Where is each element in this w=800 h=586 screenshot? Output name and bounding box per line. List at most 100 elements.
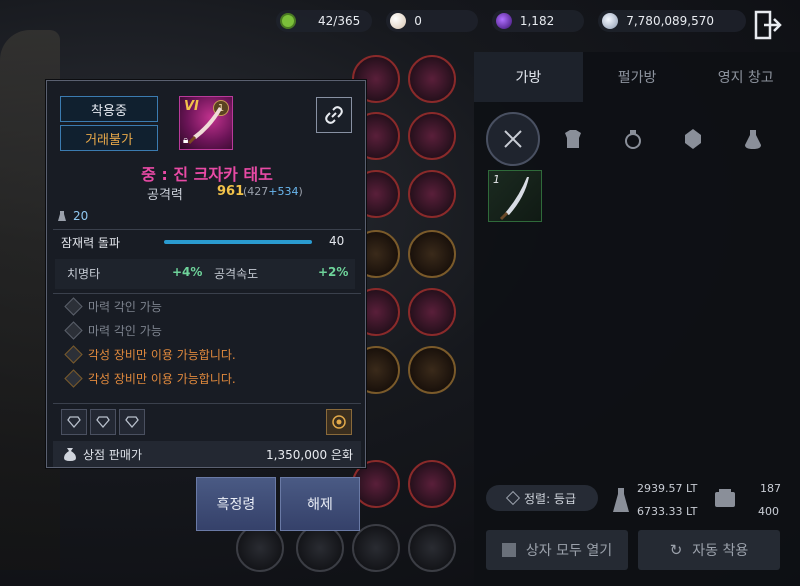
sale-price-label: 상점 판매가 — [83, 447, 143, 462]
silver-coin-icon — [602, 13, 619, 29]
weight-current: 2939.57 LT — [637, 482, 698, 495]
potential-bar — [164, 240, 312, 244]
filter-gem[interactable] — [666, 113, 720, 165]
category-filters — [486, 112, 780, 166]
diamond-icon — [64, 345, 83, 364]
item-tooltip: 착용중 거래불가 VI 1 🔒︎ 중 : 진 크자카 태도 공격력 961 (4… — [46, 80, 366, 468]
lock-icon: 🔒︎ — [183, 135, 189, 146]
slots-used: 187 — [760, 482, 781, 495]
open-all-label: 상자 모두 열기 — [525, 543, 613, 559]
sale-price-value: 1,350,000 은화 — [266, 447, 353, 462]
filter-accessory[interactable] — [606, 113, 660, 165]
engraving-slot: 각성 장비만 이용 가능합니다. — [64, 345, 236, 364]
sword-icon — [499, 177, 529, 221]
link-icon — [325, 106, 343, 124]
currency-value: 7,780,089,570 — [626, 14, 715, 28]
engraving-text: 각성 장비만 이용 가능합니다. — [88, 348, 236, 362]
stat-value-crit: +4% — [172, 265, 203, 279]
no-trade-badge: 거래불가 — [60, 125, 158, 151]
diamond-icon — [64, 297, 83, 316]
auto-equip-button[interactable]: ↻ 자동 착용 — [638, 530, 780, 570]
box-icon — [501, 543, 516, 557]
gem-icon — [685, 129, 701, 149]
diamond-icon — [64, 369, 83, 388]
equip-slot[interactable] — [408, 170, 456, 218]
attack-bonus: +534 — [268, 185, 299, 198]
pearl-icon — [390, 13, 407, 29]
accessory-icon — [625, 130, 641, 149]
equip-slot[interactable] — [408, 346, 456, 394]
auto-equip-label: 자동 착용 — [692, 543, 749, 559]
inventory-item-sword[interactable]: 1 — [488, 170, 542, 222]
item-weight-value: 20 — [73, 209, 89, 223]
blackspirit-button[interactable]: 흑정령 — [196, 477, 276, 531]
weapon-icon — [504, 130, 522, 148]
exit-icon[interactable] — [754, 10, 782, 40]
potential-value: 40 — [329, 234, 345, 248]
sale-price-row: 상점 판매가 1,350,000 은화 — [53, 441, 361, 467]
weight-icon — [58, 211, 66, 221]
engraving-slot: 마력 각인 가능 — [64, 297, 162, 316]
gem-socket-icon — [67, 416, 81, 428]
engraving-slot: 각성 장비만 이용 가능합니다. — [64, 369, 236, 388]
engraving-slot: 마력 각인 가능 — [64, 321, 162, 340]
stat-label-crit: 치명타 — [67, 267, 101, 281]
potential-label: 잠재력 돌파 — [61, 236, 121, 250]
link-button[interactable] — [316, 97, 352, 133]
equip-slot[interactable] — [408, 230, 456, 278]
item-weight: 20 — [57, 209, 88, 223]
refresh-icon: ↻ — [669, 541, 683, 559]
filter-weapon[interactable] — [486, 112, 540, 166]
attack-base: (427 — [243, 185, 269, 198]
diamond-icon — [64, 321, 83, 340]
tab-bag[interactable]: 가방 — [474, 52, 583, 102]
filter-potion[interactable] — [726, 113, 780, 165]
weight-max: 6733.33 LT — [637, 505, 698, 518]
attack-detail: (427+534) — [243, 185, 303, 198]
currency-bar: 42/365 0 1,182 7,780,089,570 — [276, 8, 747, 34]
equip-slot[interactable] — [408, 524, 456, 572]
unequip-button[interactable]: 해제 — [280, 477, 360, 531]
gem-socket[interactable] — [119, 409, 145, 435]
attack-close: ) — [298, 185, 303, 198]
attack-value: 961 — [217, 184, 245, 199]
equip-slot[interactable] — [408, 55, 456, 103]
divider — [53, 293, 361, 294]
currency-silver: 7,780,089,570 — [598, 10, 747, 32]
tab-storage[interactable]: 영지 창고 — [691, 52, 800, 102]
gem-socket-icon — [125, 416, 139, 428]
potion-icon — [745, 130, 761, 149]
crystal-button[interactable] — [326, 409, 352, 435]
equip-slot[interactable] — [408, 288, 456, 336]
equip-slot[interactable] — [408, 112, 456, 160]
equip-slot[interactable] — [408, 460, 456, 508]
item-name: 중 : 진 크자카 태도 — [141, 165, 273, 184]
equip-slot[interactable] — [296, 524, 344, 572]
tab-pearl-bag[interactable]: 펄가방 — [583, 52, 692, 102]
shield-coin-icon — [280, 13, 296, 29]
divider — [53, 403, 361, 404]
currency-energy: 42/365 — [276, 10, 373, 32]
slots-total: 400 — [758, 505, 779, 518]
equip-slot[interactable] — [352, 524, 400, 572]
gem-socket[interactable] — [90, 409, 116, 435]
stat-label-attack-speed: 공격속도 — [214, 267, 259, 281]
filter-armor[interactable] — [546, 113, 600, 165]
weight-icon — [613, 488, 629, 512]
currency-value: 0 — [414, 14, 422, 28]
sort-button[interactable]: 정렬: 등급 — [486, 485, 598, 511]
sort-icon — [505, 490, 521, 506]
inventory-tabs: 가방 펄가방 영지 창고 — [474, 52, 800, 102]
equipped-badge: 착용중 — [60, 96, 158, 122]
gem-socket-icon — [96, 416, 110, 428]
open-all-boxes-button[interactable]: 상자 모두 열기 — [486, 530, 628, 570]
gem-socket[interactable] — [61, 409, 87, 435]
engraving-text: 각성 장비만 이용 가능합니다. — [88, 372, 236, 386]
currency-orb: 1,182 — [491, 10, 585, 32]
armor-icon — [565, 130, 581, 148]
purple-orb-icon — [495, 13, 512, 29]
item-icon: VI 1 🔒︎ — [179, 96, 233, 150]
equip-slot[interactable] — [236, 524, 284, 572]
currency-value: 1,182 — [519, 14, 555, 28]
engraving-text: 마력 각인 가능 — [88, 300, 162, 314]
